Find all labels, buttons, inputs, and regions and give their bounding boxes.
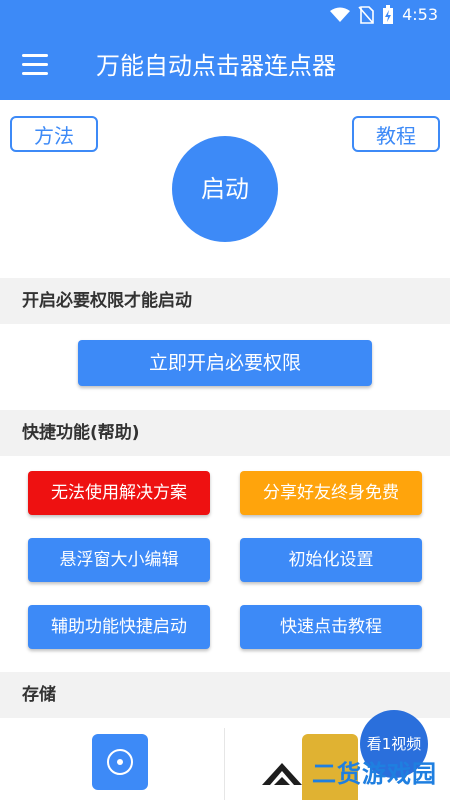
divider xyxy=(224,728,225,800)
init-settings-button[interactable]: 初始化设置 xyxy=(240,538,422,582)
storage-item-tile[interactable] xyxy=(92,734,148,790)
troubleshoot-button[interactable]: 无法使用解决方案 xyxy=(28,471,210,515)
menu-icon[interactable] xyxy=(22,54,48,76)
float-size-edit-button[interactable]: 悬浮窗大小编辑 xyxy=(28,538,210,582)
accessibility-shortcut-button[interactable]: 辅助功能快捷启动 xyxy=(28,605,210,649)
target-icon xyxy=(107,749,133,775)
quick-functions-area: 无法使用解决方案 分享好友终身免费 悬浮窗大小编辑 初始化设置 辅助功能快捷启动… xyxy=(0,456,450,672)
tutorial-button[interactable]: 教程 xyxy=(352,116,440,152)
battery-charging-icon xyxy=(383,5,394,24)
app-bar: 万能自动点击器连点器 xyxy=(0,30,450,100)
wifi-icon xyxy=(330,7,351,22)
start-button[interactable]: 启动 xyxy=(172,136,278,242)
permission-area: 立即开启必要权限 xyxy=(0,324,450,410)
app-title: 万能自动点击器连点器 xyxy=(96,52,336,80)
status-bar: 4:53 xyxy=(0,0,450,30)
permission-section-header: 开启必要权限才能启动 xyxy=(0,278,450,324)
top-area: 方法 教程 启动 xyxy=(0,100,450,278)
watermark: 二货游戏园 xyxy=(258,754,437,789)
method-button[interactable]: 方法 xyxy=(10,116,98,152)
enable-permissions-button[interactable]: 立即开启必要权限 xyxy=(78,340,372,386)
no-sim-icon xyxy=(358,6,374,24)
status-icons: 4:53 xyxy=(330,5,438,25)
watermark-logo-icon xyxy=(262,762,302,785)
status-time: 4:53 xyxy=(402,5,438,24)
watermark-text: 二货游戏园 xyxy=(312,760,437,788)
quick-click-tutorial-button[interactable]: 快速点击教程 xyxy=(240,605,422,649)
share-friends-button[interactable]: 分享好友终身免费 xyxy=(240,471,422,515)
quick-functions-header: 快捷功能(帮助) xyxy=(0,410,450,456)
